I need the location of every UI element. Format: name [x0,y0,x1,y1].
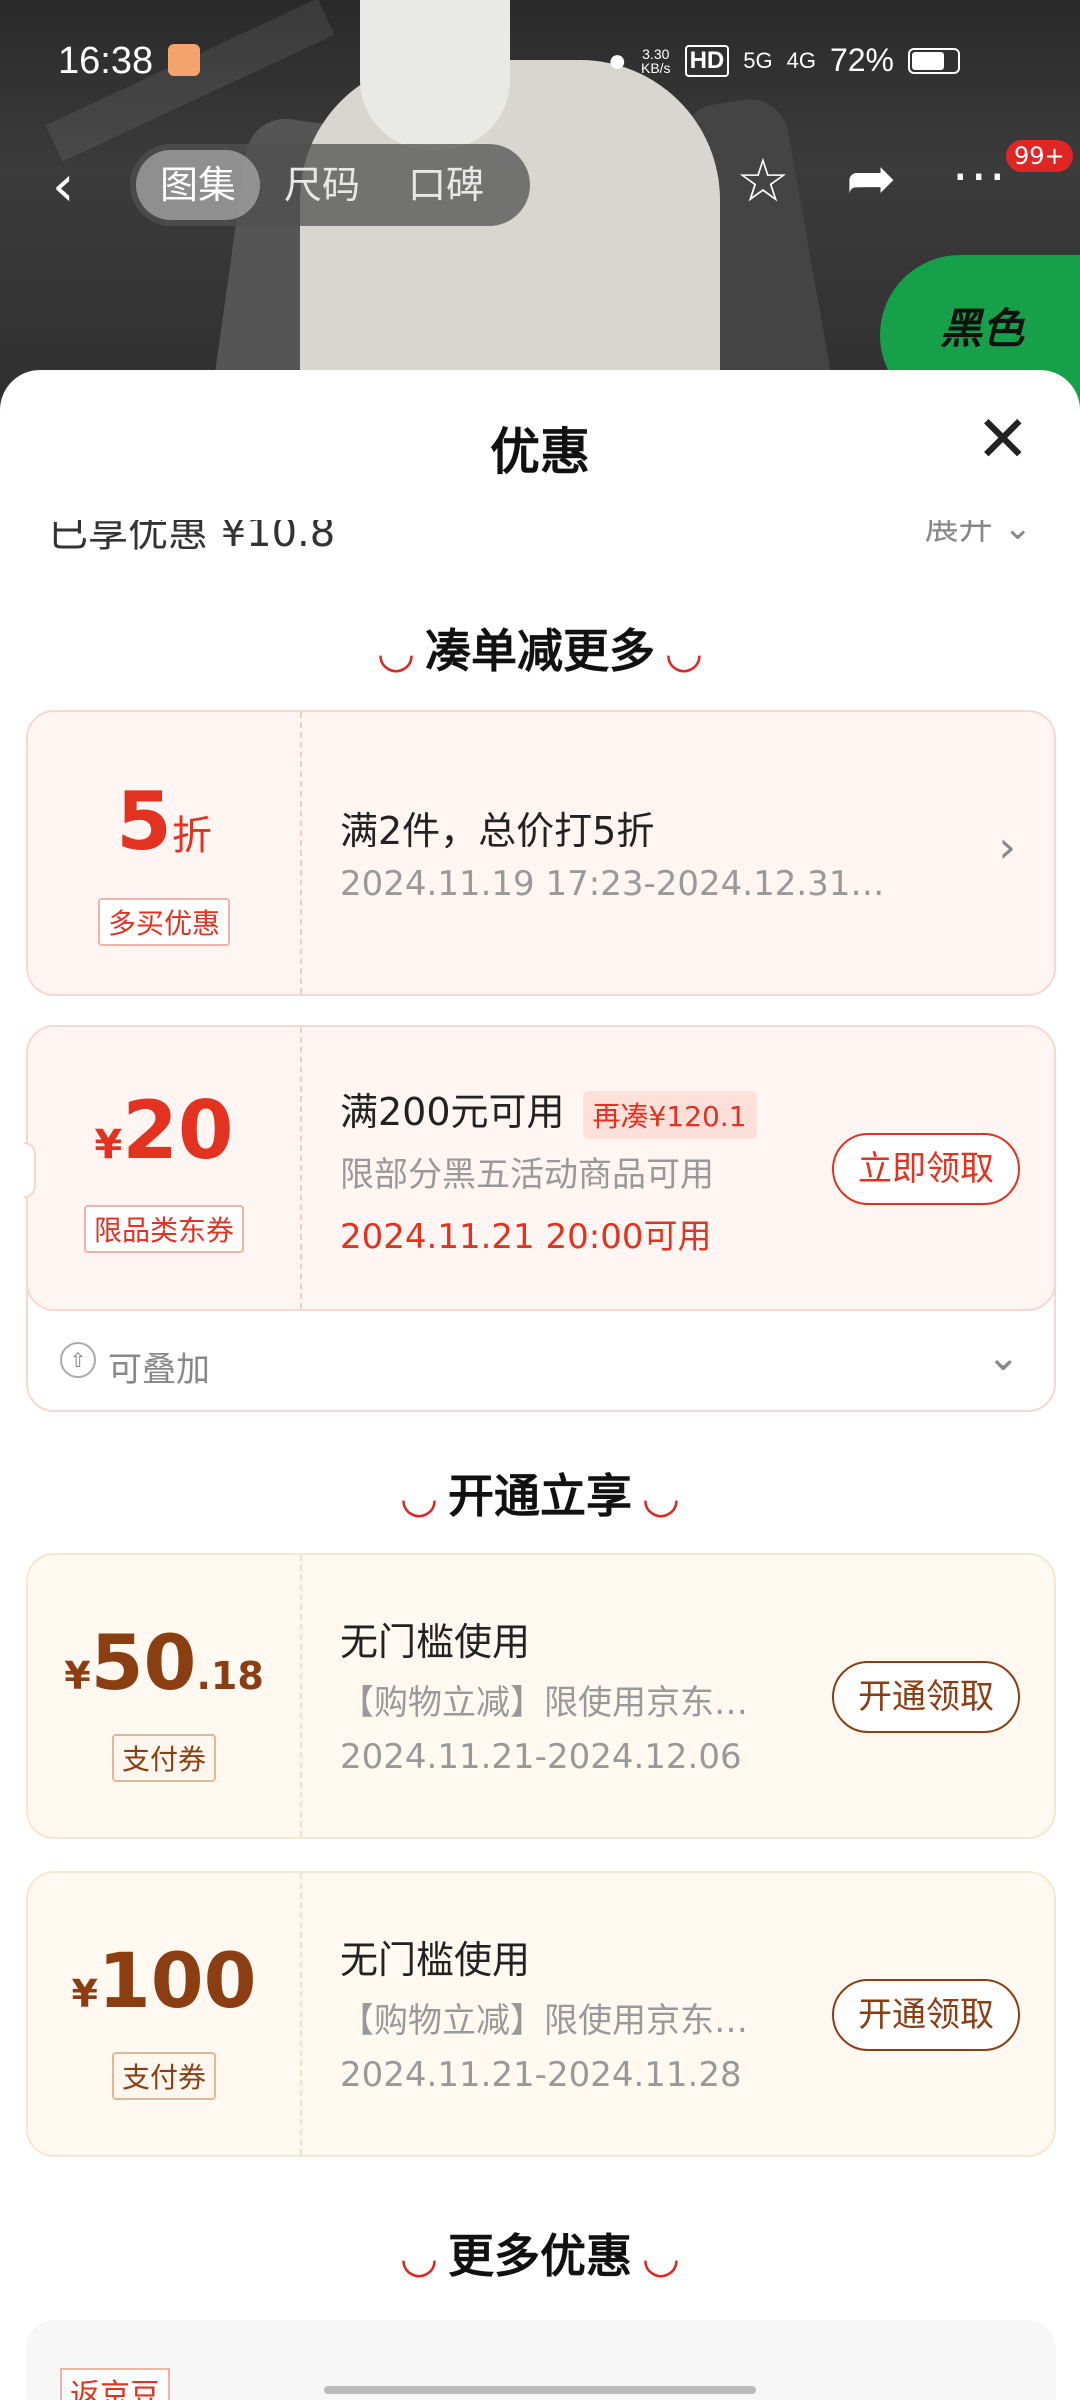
smile-icon: ◡ [402,2232,436,2283]
pay-coupon-50-title: 无门槛使用 [340,1620,531,1664]
coupon-20-value: ¥20 [28,1089,300,1195]
discount-tag: 多买优惠 [97,898,230,946]
return-jd-beans-tag: 返京豆 [60,2368,170,2400]
hd-icon: HD [684,44,730,77]
currency-symbol: ¥ [94,1122,123,1168]
pay-coupon-100-amount: 100 [97,1936,257,2025]
net-speed-value: 3.30 [642,45,670,62]
battery-percent: 72% [829,42,894,78]
status-bar: 16:38 ● 3.30 KB/s HD 5G 4G 72% [0,0,1080,120]
section-combine-title: 凑单减更多 [425,624,655,678]
message-count-badge: 99+ [1006,140,1073,172]
card-divider [300,1027,302,1309]
pay-coupon-100-period: 2024.11.21-2024.11.28 [340,2055,742,2095]
status-icons: ● 3.30 KB/s HD 5G 4G 72% [608,42,960,79]
pay-coupon-50-decimal: .18 [196,1654,264,1698]
coupon-20-time: 2024.11.21 20:00可用 [340,1217,712,1257]
back-icon[interactable]: ‹ [52,154,74,219]
signal-4g-icon: 4G [786,47,816,73]
discount-unit: 折 [171,813,212,859]
more-icon[interactable]: ··· [952,148,1008,208]
coupon-20-card: ¥20 限品类东券 满200元可用 再凑¥120.1 限部分黑五活动商品可用 20… [24,1025,1056,1311]
discount-title: 满2件，总价打5折 [340,809,655,853]
net-speed-unit: KB/s [640,59,671,76]
claim-now-button[interactable]: 立即领取 [832,1133,1020,1205]
discount-number: 5 [116,775,172,868]
pay-coupon-50-amount: 50 [90,1618,197,1707]
enjoyed-discount: 已享优惠 ¥10.8 [48,510,336,556]
activate-claim-button[interactable]: 开通领取 [832,1661,1020,1733]
smile-icon: ◡ [644,2232,678,2283]
smile-icon: ◡ [402,1472,436,1523]
discount-card[interactable]: 5折 多买优惠 满2件，总价打5折 2024.11.19 17:23-2024.… [26,710,1056,996]
tab-size[interactable]: 尺码 [260,150,384,220]
home-indicator[interactable] [324,2386,756,2394]
expand-button[interactable]: 展开 ⌄ [924,508,1033,549]
pay-coupon-50-period: 2024.11.21-2024.12.06 [340,1737,742,1777]
pay-coupon-100-value: ¥100 [28,1939,300,2044]
discount-period: 2024.11.19 17:23-2024.12.31… [340,864,885,904]
expand-label: 展开 [924,508,993,548]
section-open-title: 开通立享 [448,1469,632,1523]
battery-icon [908,47,960,74]
pay-coupon-100-title: 无门槛使用 [340,1938,531,1982]
coupon-20-value-area: ¥20 限品类东券 [28,1027,300,1309]
stack-icon: ⇧ [60,1342,96,1378]
chevron-right-icon: › [998,822,1016,873]
favorite-star-icon[interactable]: ☆ [736,146,790,216]
section-combine: ◡ 凑单减更多 ◡ [0,615,1080,681]
promo-badge-text: 黑色 [940,304,1025,353]
location-icon: ● [607,42,627,78]
tab-gallery[interactable]: 图集 [136,150,261,220]
section-open: ◡ 开通立享 ◡ [0,1460,1080,1526]
card-divider [300,1873,302,2155]
chevron-down-icon[interactable]: ⌄ [986,1334,1020,1380]
nav-tabs: 图集 尺码 口碑 [130,144,530,226]
stackable-label[interactable]: 可叠加 [108,1342,210,1391]
smile-icon: ◡ [379,627,413,678]
app-notification-icon [168,44,200,76]
currency-symbol: ¥ [71,1972,98,2016]
card-divider [300,1555,302,1837]
net-speed: 3.30 KB/s [641,47,671,75]
coupon-20-tag: 限品类东券 [83,1205,244,1253]
smile-icon: ◡ [667,627,701,678]
pay-coupon-100-value-area: ¥100 支付券 [28,1873,300,2155]
discount-sheet: 优惠 ✕ 已享优惠 ¥10.8 展开 ⌄ ◡ 凑单减更多 ◡ 5折 多买优惠 满2件… [0,370,1080,2400]
smile-icon: ◡ [644,1472,678,1523]
tab-reviews[interactable]: 口碑 [384,150,508,220]
pay-coupon-50-desc: 【购物立减】限使用京东… [340,1683,748,1723]
discount-value: 5折 [28,782,300,884]
chevron-down-icon: ⌄ [1003,508,1033,548]
coupon-20-gap-pill: 再凑¥120.1 [582,1090,757,1139]
coupon-20-title: 满200元可用 [340,1090,565,1134]
coupon-20-title-row: 满200元可用 再凑¥120.1 [340,1081,757,1139]
share-icon[interactable]: ➦ [846,144,896,214]
status-time: 16:38 [58,40,154,82]
pay-coupon-50-value-area: ¥50.18 支付券 [28,1555,300,1837]
section-more: ◡ 更多优惠 ◡ [0,2220,1080,2286]
activate-claim-button[interactable]: 开通领取 [832,1979,1020,2051]
sheet-title: 优惠 [490,423,590,481]
currency-symbol: ¥ [64,1654,91,1698]
signal-5g-icon: 5G [743,47,773,73]
section-more-title: 更多优惠 [448,2229,632,2283]
pay-coupon-tag: 支付券 [111,1734,216,1782]
pay-coupon-tag: 支付券 [111,2052,216,2100]
discount-value-area: 5折 多买优惠 [28,712,300,994]
pay-coupon-50-card: ¥50.18 支付券 无门槛使用 【购物立减】限使用京东… 2024.11.21… [26,1553,1056,1839]
coupon-20-desc: 限部分黑五活动商品可用 [340,1155,714,1195]
coupon-20-amount: 20 [122,1084,234,1177]
pay-coupon-50-value: ¥50.18 [28,1621,300,1726]
top-nav: ‹ 图集 尺码 口碑 ☆ ➦ ··· 99+ [0,140,1080,230]
pay-coupon-100-card: ¥100 支付券 无门槛使用 【购物立减】限使用京东… 2024.11.21-2… [26,1871,1056,2157]
close-icon[interactable]: ✕ [976,408,1030,472]
card-divider [300,712,302,994]
pay-coupon-100-desc: 【购物立减】限使用京东… [340,2001,748,2041]
